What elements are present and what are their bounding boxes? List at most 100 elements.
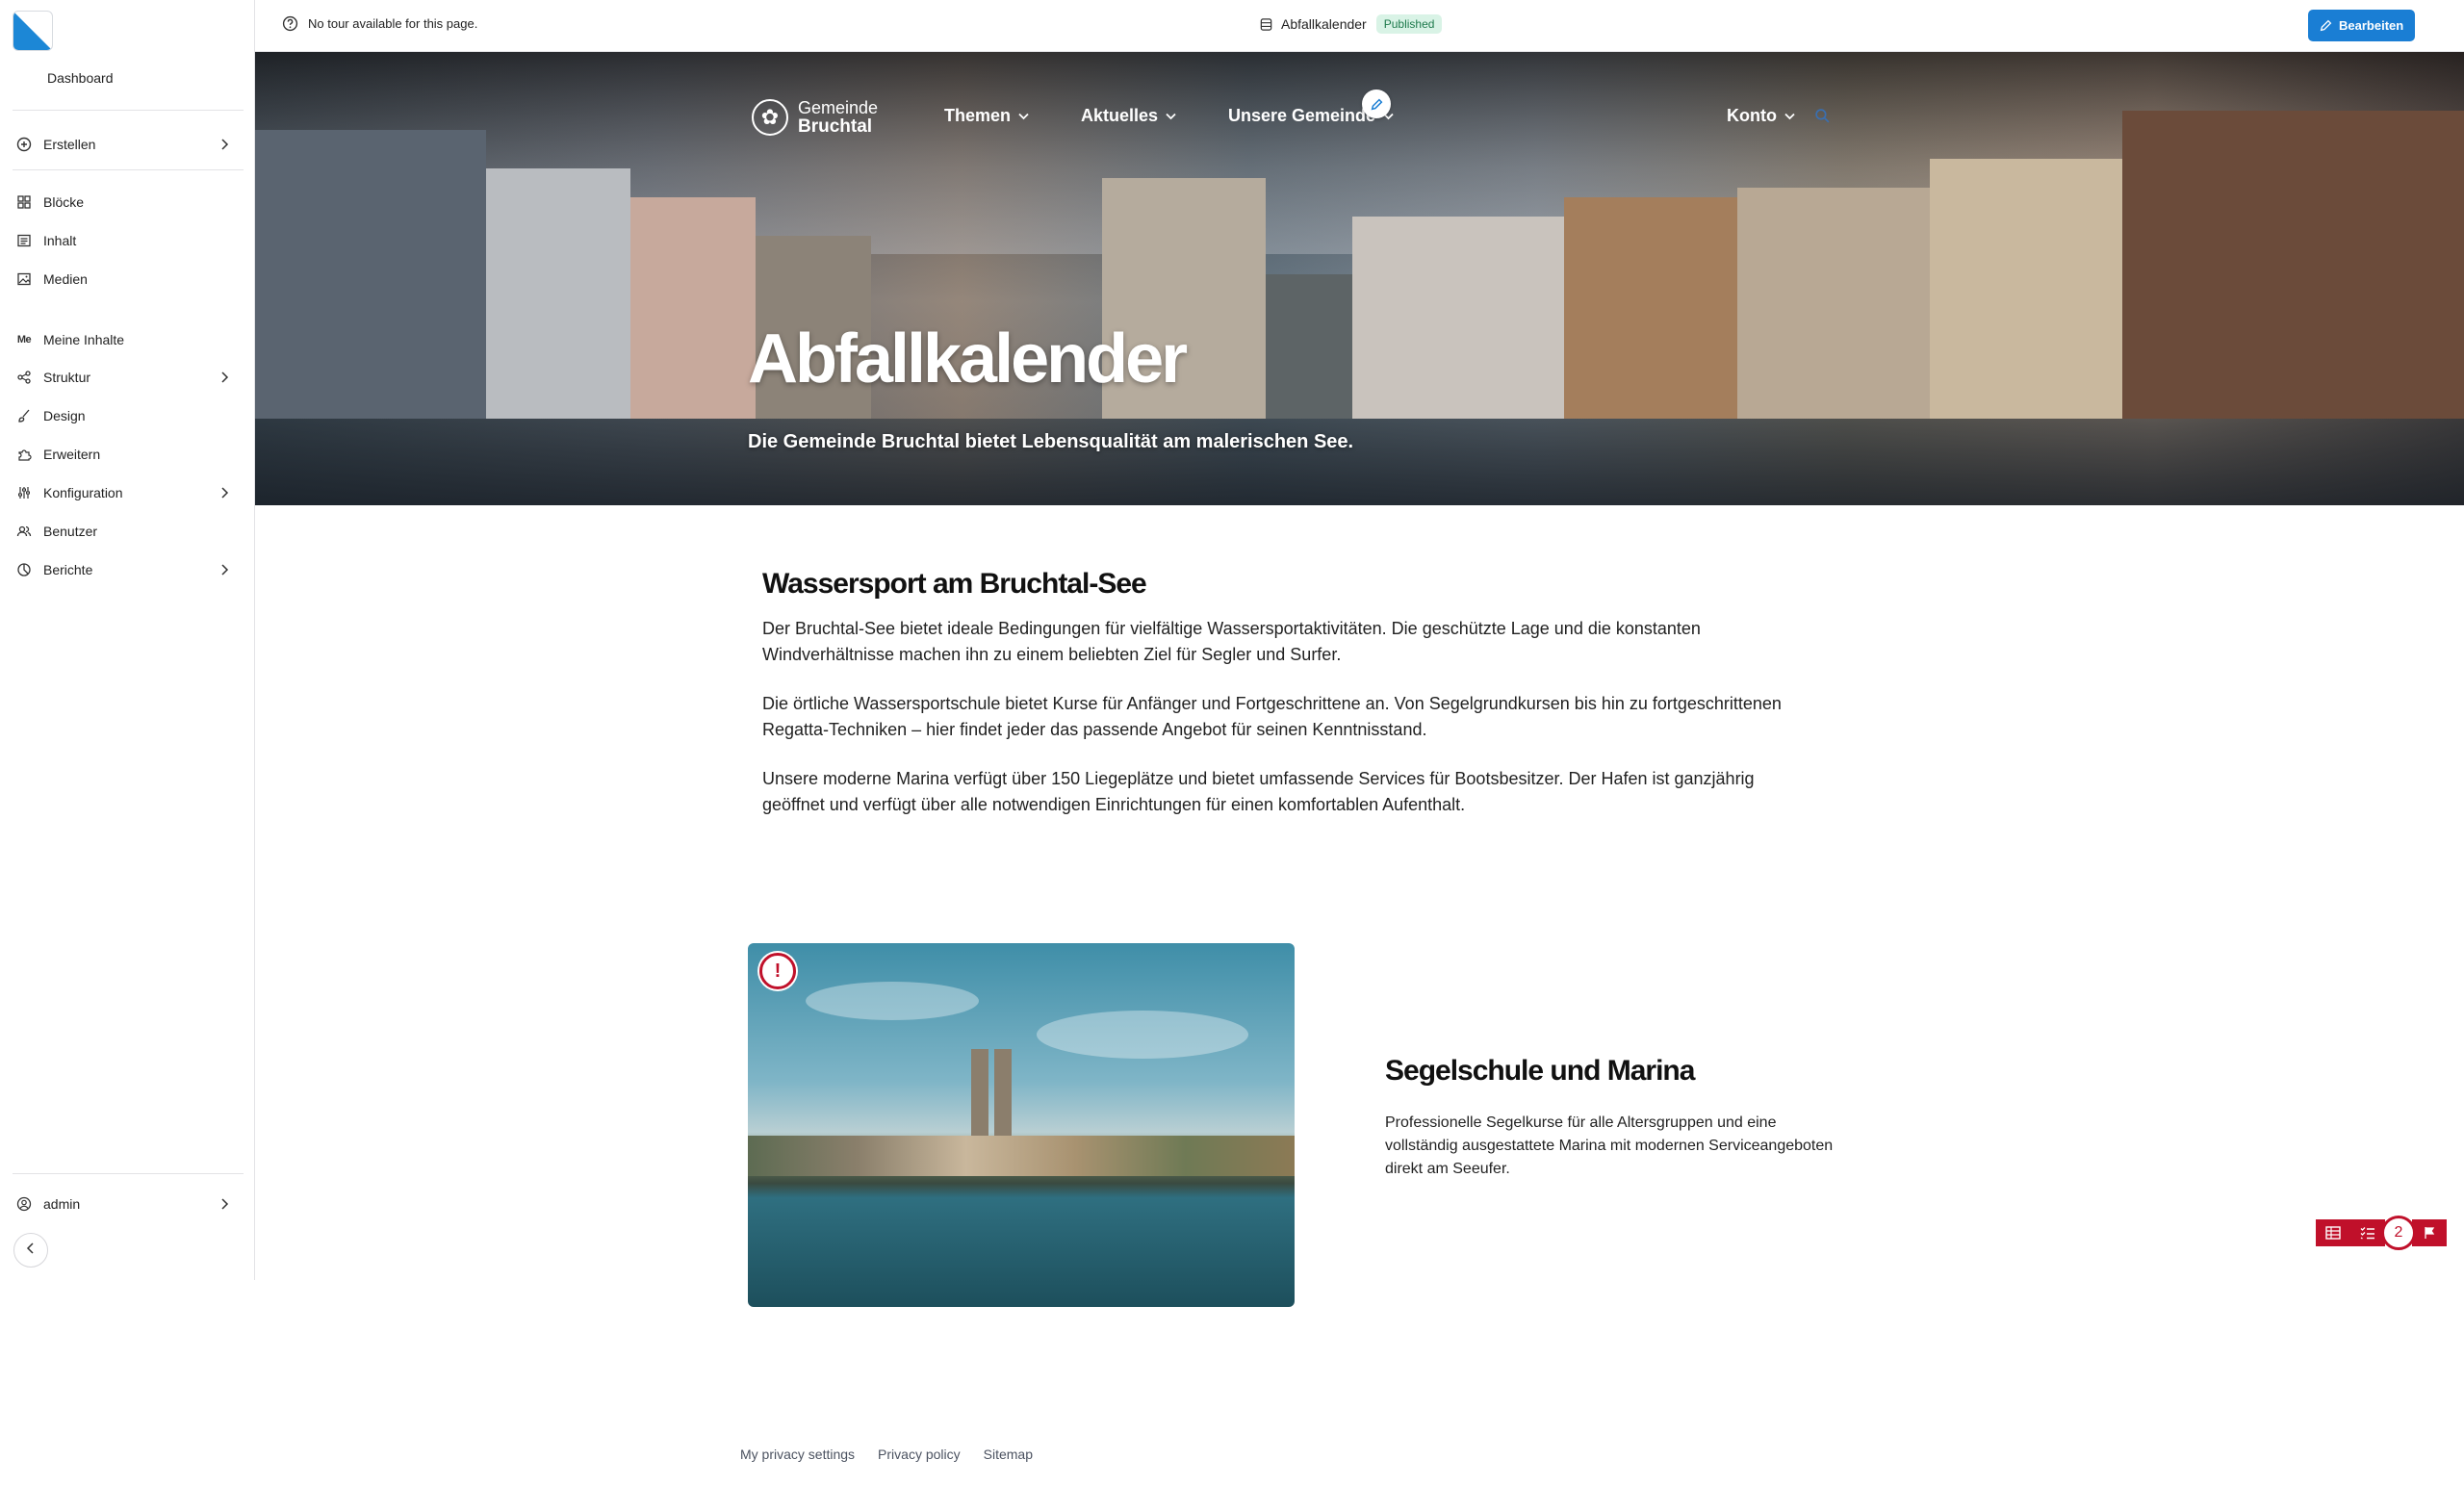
sidebar-item-label: Erweitern — [43, 447, 101, 462]
nav-label: Aktuelles — [1081, 106, 1159, 125]
footer-link-privacy-settings[interactable]: My privacy settings — [740, 1447, 855, 1462]
sidebar-item-label: Benutzer — [43, 524, 98, 539]
collapse-sidebar-button[interactable] — [13, 1233, 48, 1268]
hero-building — [1564, 197, 1737, 419]
edit-button-label: Bearbeiten — [2339, 18, 2404, 33]
media-icon — [13, 268, 36, 291]
sidebar-item-bloecke[interactable]: Blöcke — [13, 186, 244, 218]
puzzle-icon — [13, 443, 36, 466]
brand-line2: Bruchtal — [798, 116, 873, 137]
nav-label: Unsere Gemeinde — [1228, 106, 1376, 125]
site-logo[interactable]: ✿ Gemeinde Bruchtal — [752, 98, 878, 137]
structure-icon — [13, 366, 36, 389]
page-info: Abfallkalender Published — [1259, 14, 1443, 34]
dashboard-link[interactable]: Dashboard — [47, 70, 114, 86]
sliders-icon — [13, 481, 36, 504]
divider — [13, 169, 244, 170]
table-icon[interactable] — [2316, 1219, 2350, 1246]
edit-button[interactable]: Bearbeiten — [2308, 10, 2416, 41]
search-icon[interactable] — [1814, 108, 1831, 129]
hero-building — [1266, 274, 1352, 419]
chevron-right-icon — [215, 368, 234, 387]
warning-icon[interactable]: ! — [759, 953, 796, 989]
chevron-down-icon — [1166, 113, 1176, 119]
hero-building — [1930, 159, 2122, 419]
sidebar-item-label: Erstellen — [43, 137, 96, 152]
tour-text: No tour available for this page. — [308, 16, 478, 31]
hero-water — [255, 419, 2464, 505]
menu-edit-button[interactable] — [1362, 90, 1391, 118]
sidebar-item-inhalt[interactable]: Inhalt — [13, 224, 244, 257]
paragraph: Unsere moderne Marina verfügt über 150 L… — [762, 769, 1755, 814]
sidebar-item-erstellen[interactable]: Erstellen — [13, 128, 244, 161]
hero-building — [1737, 188, 1930, 419]
chevron-right-icon — [215, 483, 234, 502]
drupal-logo[interactable] — [13, 11, 53, 51]
footer-link-sitemap[interactable]: Sitemap — [984, 1447, 1033, 1462]
sidebar-item-design[interactable]: Design — [13, 399, 244, 432]
database-icon — [1260, 17, 1272, 31]
plus-circle-icon — [13, 133, 36, 156]
hero-building — [255, 130, 486, 419]
me-icon: Me — [16, 334, 32, 346]
blocks-icon — [13, 191, 36, 214]
sidebar-item-meine-inhalte[interactable]: Me Meine Inhalte — [13, 323, 244, 356]
pencil-icon — [1371, 98, 1382, 110]
brush-icon — [13, 404, 36, 427]
sidebar-item-label: Inhalt — [43, 233, 77, 248]
chevron-right-icon — [215, 135, 234, 154]
sidebar-item-label: Berichte — [43, 562, 93, 577]
photo-town — [748, 1136, 1295, 1176]
nav-item-konto[interactable]: Konto — [1727, 106, 1795, 126]
sidebar-item-medien[interactable]: Medien — [13, 263, 244, 295]
sidebar-item-label: Struktur — [43, 370, 91, 385]
paragraph: Die örtliche Wassersportschule bietet Ku… — [762, 694, 1782, 739]
user-avatar-icon — [13, 1192, 36, 1216]
user-menu[interactable]: admin — [13, 1188, 244, 1220]
page-title: Abfallkalender — [1281, 16, 1367, 32]
chevron-right-icon — [215, 560, 234, 579]
sidebar-item-label: Medien — [43, 271, 88, 287]
footer-link-privacy-policy[interactable]: Privacy policy — [878, 1447, 961, 1462]
divider — [13, 110, 244, 111]
sidebar-item-konfiguration[interactable]: Konfiguration — [13, 476, 244, 509]
chevron-left-icon — [26, 1242, 36, 1259]
sidebar-item-struktur[interactable]: Struktur — [13, 361, 244, 394]
sidebar-item-erweitern[interactable]: Erweitern — [13, 438, 244, 471]
chevron-right-icon — [215, 1194, 234, 1214]
sidebar-item-benutzer[interactable]: Benutzer — [13, 515, 244, 548]
footer: My privacy settings Privacy policy Sitem… — [740, 1447, 1056, 1462]
sidebar-item-berichte[interactable]: Berichte — [13, 553, 244, 586]
hero-subtitle: Die Gemeinde Bruchtal bietet Lebensquali… — [748, 431, 1354, 452]
photo-cloud — [1037, 1011, 1248, 1059]
issue-count-badge[interactable]: 2 — [2381, 1216, 2416, 1250]
sidebar-item-label: Konfiguration — [43, 485, 123, 500]
paragraph: Der Bruchtal-See bietet ideale Bedingung… — [762, 619, 1701, 664]
nav-label: Konto — [1727, 106, 1777, 125]
hero-building — [2122, 111, 2464, 419]
nav-item-aktuelles[interactable]: Aktuelles — [1081, 106, 1176, 126]
checklist-icon[interactable] — [2350, 1219, 2385, 1246]
help-circle-icon — [282, 15, 298, 32]
flag-icon[interactable] — [2412, 1219, 2447, 1246]
hero-building — [630, 197, 756, 419]
reports-icon — [13, 558, 36, 581]
content-icon — [13, 229, 36, 252]
section-title: Wassersport am Bruchtal-See — [762, 568, 1147, 600]
sidebar-item-label: Design — [43, 408, 86, 423]
tour-info: No tour available for this page. — [282, 15, 477, 32]
flower-logo-icon: ✿ — [752, 99, 788, 136]
hero-building — [1352, 217, 1564, 419]
chevron-down-icon — [1018, 113, 1029, 119]
hero-banner: ✿ Gemeinde Bruchtal Themen Aktuelles Uns… — [255, 52, 2464, 505]
hero-building — [486, 168, 630, 419]
chevron-down-icon — [1784, 113, 1795, 119]
photo-cloud — [806, 982, 979, 1020]
sidebar-item-label: Blöcke — [43, 194, 85, 210]
divider — [13, 1173, 244, 1174]
top-bar: No tour available for this page. Abfallk… — [255, 0, 2464, 52]
nav-item-themen[interactable]: Themen — [944, 106, 1029, 126]
sidebar-item-label: Meine Inhalte — [43, 332, 125, 347]
card-text: Professionelle Segelkurse für alle Alter… — [1385, 1114, 1834, 1177]
status-badge: Published — [1375, 14, 1443, 34]
